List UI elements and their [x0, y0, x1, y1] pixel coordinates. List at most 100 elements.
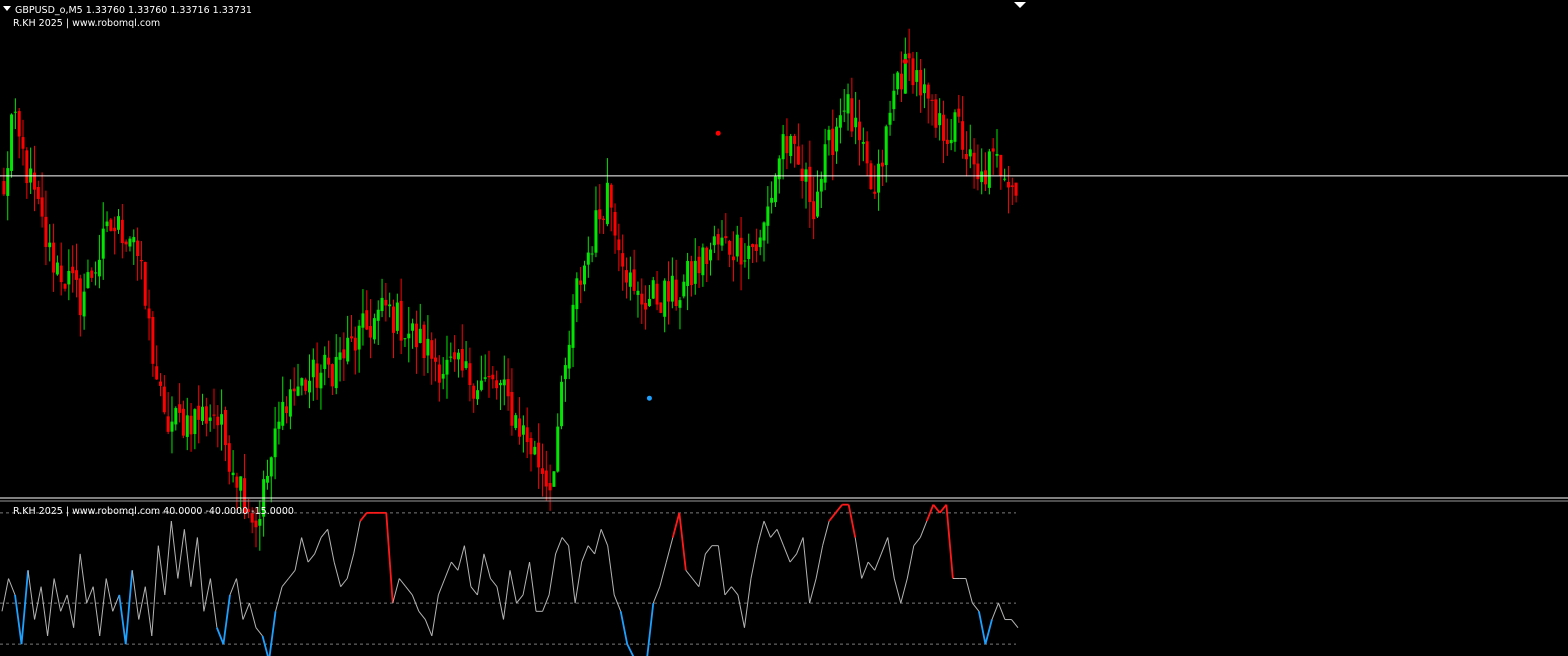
bull-candle-body — [743, 260, 747, 262]
bear-candle-body — [63, 283, 67, 289]
bull-candle-body — [533, 446, 537, 455]
bear-candle-body — [548, 482, 552, 491]
bull-candle-body — [693, 260, 697, 284]
bear-candle-body — [25, 150, 29, 184]
bull-candle-body — [770, 197, 774, 203]
bull-candle-body — [376, 309, 380, 321]
bull-candle-body — [766, 206, 770, 226]
bull-candle-body — [483, 377, 487, 379]
bull-candle-body — [1003, 178, 1007, 180]
bear-candle-body — [468, 363, 472, 386]
bear-candle-body — [911, 58, 915, 86]
bull-candle-body — [896, 72, 900, 90]
bear-candle-body — [1014, 182, 1018, 196]
bear-candle-body — [71, 266, 75, 274]
sell-signal-dot — [902, 58, 908, 64]
bear-candle-body — [812, 201, 816, 220]
bear-candle-body — [304, 379, 308, 391]
bear-candle-body — [212, 414, 216, 416]
bull-candle-body — [884, 126, 888, 166]
bull-candle-body — [586, 252, 590, 265]
bear-candle-body — [945, 139, 949, 145]
bear-candle-body — [422, 324, 426, 359]
bull-candle-body — [311, 359, 315, 378]
bear-candle-body — [399, 300, 403, 341]
bull-candle-body — [636, 290, 640, 295]
bear-candle-body — [21, 137, 25, 149]
bull-candle-body — [670, 275, 674, 302]
bear-candle-body — [17, 111, 21, 137]
bull-candle-body — [605, 182, 609, 225]
bull-candle-body — [922, 84, 926, 94]
bear-candle-body — [285, 406, 289, 414]
bull-candle-body — [892, 90, 896, 110]
bull-candle-body — [445, 359, 449, 375]
bear-candle-body — [793, 135, 797, 144]
bear-candle-body — [113, 227, 117, 232]
bear-candle-body — [330, 364, 334, 387]
bear-candle-body — [292, 388, 296, 392]
bear-candle-body — [1006, 181, 1010, 188]
bull-candle-body — [827, 129, 831, 141]
bull-candle-body — [13, 111, 17, 113]
bear-candle-body — [999, 154, 1003, 176]
bull-candle-body — [132, 237, 136, 243]
bear-candle-body — [537, 442, 541, 468]
bear-candle-body — [430, 340, 434, 359]
bull-candle-body — [464, 361, 468, 369]
buy-signal-dot — [646, 395, 652, 401]
bull-candle-body — [105, 221, 109, 227]
bull-candle-body — [563, 365, 567, 380]
bull-candle-body — [686, 260, 690, 287]
bull-candle-body — [682, 281, 686, 297]
bull-candle-body — [388, 304, 392, 307]
bear-candle-body — [544, 470, 548, 487]
bull-candle-body — [498, 382, 502, 386]
bear-candle-body — [865, 141, 869, 164]
bear-candle-body — [414, 323, 418, 348]
bear-candle-body — [540, 468, 544, 474]
bear-candle-body — [655, 283, 659, 305]
bull-candle-body — [357, 325, 361, 350]
mt4-chart-window: GBPUSD_o,M5 1.33760 1.33760 1.33716 1.33… — [0, 0, 1568, 656]
bull-candle-body — [582, 265, 586, 285]
chart-symbol-header: GBPUSD_o,M5 1.33760 1.33760 1.33716 1.33… — [15, 5, 252, 16]
bull-candle-body — [411, 323, 415, 331]
bear-candle-body — [609, 184, 613, 208]
bear-candle-body — [90, 270, 94, 278]
bear-candle-body — [74, 270, 78, 280]
bear-candle-body — [754, 244, 758, 251]
bear-candle-body — [32, 172, 36, 190]
bull-candle-body — [334, 356, 338, 389]
bear-candle-body — [460, 348, 464, 371]
bull-candle-body — [67, 270, 71, 285]
bull-candle-body — [575, 278, 579, 310]
bear-candle-body — [624, 270, 628, 283]
bear-candle-body — [919, 69, 923, 96]
chart-watermark: R.KH 2025 | www.robomql.com — [13, 18, 160, 29]
bear-candle-body — [972, 152, 976, 165]
bear-candle-body — [315, 363, 319, 388]
bull-candle-body — [380, 297, 384, 312]
bear-candle-body — [850, 98, 854, 132]
bull-candle-body — [815, 191, 819, 217]
bear-candle-body — [155, 366, 159, 380]
bull-candle-body — [823, 144, 827, 183]
bear-candle-body — [151, 316, 155, 364]
bull-candle-body — [968, 149, 972, 157]
bear-candle-body — [640, 293, 644, 305]
bear-candle-body — [525, 427, 529, 443]
bull-candle-body — [560, 381, 564, 427]
bear-candle-body — [529, 438, 533, 455]
bear-candle-body — [143, 262, 147, 306]
bull-candle-body — [651, 280, 655, 299]
bear-candle-body — [147, 308, 151, 319]
bear-candle-body — [181, 408, 185, 436]
bear-candle-body — [36, 186, 40, 199]
bear-candle-body — [159, 381, 163, 386]
bear-candle-body — [197, 405, 201, 420]
bull-candle-body — [288, 389, 292, 417]
bear-candle-body — [52, 242, 56, 273]
bull-candle-body — [170, 421, 174, 432]
bear-candle-body — [472, 385, 476, 399]
